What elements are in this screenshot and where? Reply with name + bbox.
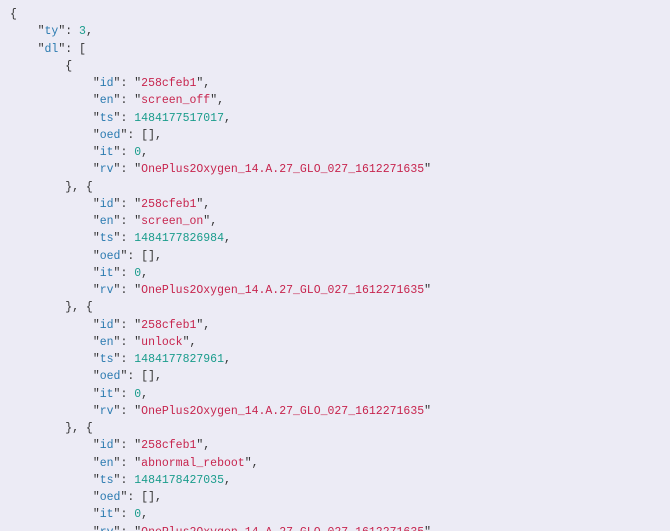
val-rv: OnePlus2Oxygen_14.A.27_GLO_027_161227163…: [141, 284, 424, 297]
val-ts: 1484177827961: [134, 353, 224, 366]
key-en: en: [100, 94, 114, 107]
key-ts: ts: [100, 112, 114, 125]
key-rv: rv: [100, 405, 114, 418]
key-oed: oed: [100, 129, 121, 142]
key-rv: rv: [100, 526, 114, 531]
key-en: en: [100, 336, 114, 349]
key-it: it: [100, 146, 114, 159]
key-dl: dl: [45, 43, 59, 56]
key-ts: ts: [100, 474, 114, 487]
val-oed: []: [141, 129, 155, 142]
key-it: it: [100, 508, 114, 521]
key-en: en: [100, 215, 114, 228]
val-oed: []: [141, 250, 155, 263]
key-id: id: [100, 439, 114, 452]
val-ts: 1484177517017: [134, 112, 224, 125]
val-id: 258cfeb1: [141, 77, 196, 90]
val-id: 258cfeb1: [141, 319, 196, 332]
key-id: id: [100, 77, 114, 90]
key-ts: ts: [100, 353, 114, 366]
json-code-block: { "ty": 3, "dl": [ { "id": "258cfeb1", "…: [0, 0, 670, 531]
val-en: screen_on: [141, 215, 203, 228]
key-id: id: [100, 319, 114, 332]
key-ts: ts: [100, 232, 114, 245]
key-it: it: [100, 388, 114, 401]
val-en: screen_off: [141, 94, 210, 107]
val-en: abnormal_reboot: [141, 457, 245, 470]
key-id: id: [100, 198, 114, 211]
key-ty: ty: [45, 25, 59, 38]
val-rv: OnePlus2Oxygen_14.A.27_GLO_027_161227163…: [141, 163, 424, 176]
key-it: it: [100, 267, 114, 280]
val-rv: OnePlus2Oxygen_14.A.27_GLO_027_161227163…: [141, 405, 424, 418]
val-ty: 3: [79, 25, 86, 38]
val-en: unlock: [141, 336, 182, 349]
val-oed: []: [141, 491, 155, 504]
val-id: 258cfeb1: [141, 439, 196, 452]
key-oed: oed: [100, 250, 121, 263]
key-oed: oed: [100, 370, 121, 383]
val-ts: 1484178427035: [134, 474, 224, 487]
val-oed: []: [141, 370, 155, 383]
key-rv: rv: [100, 284, 114, 297]
val-ts: 1484177826984: [134, 232, 224, 245]
val-rv: OnePlus2Oxygen_14.A.27_GLO_027_161227163…: [141, 526, 424, 531]
key-rv: rv: [100, 163, 114, 176]
key-en: en: [100, 457, 114, 470]
key-oed: oed: [100, 491, 121, 504]
val-id: 258cfeb1: [141, 198, 196, 211]
